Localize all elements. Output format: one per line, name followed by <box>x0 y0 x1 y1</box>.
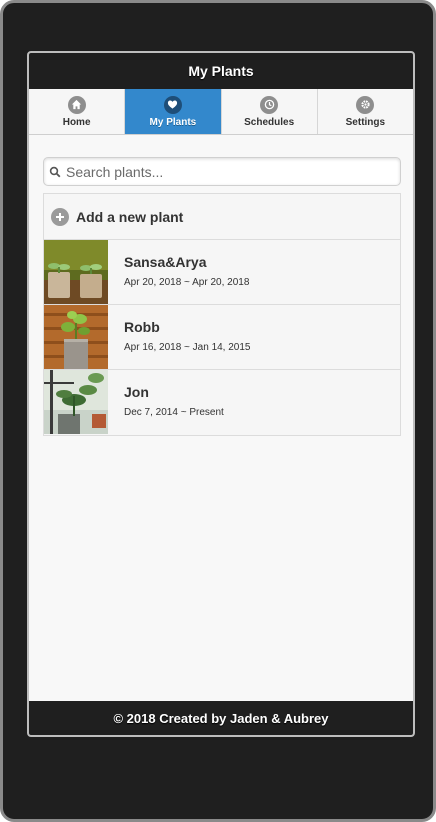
plus-icon <box>51 207 69 226</box>
plant-name: Jon <box>124 384 149 400</box>
search-input[interactable] <box>66 158 400 185</box>
tab-schedules[interactable]: Schedules <box>222 89 318 134</box>
tab-settings-label: Settings <box>345 116 386 128</box>
footer-text: © 2018 Created by Jaden & Aubrey <box>113 710 329 726</box>
search-icon <box>44 166 66 178</box>
gear-icon <box>356 95 375 114</box>
tab-schedules-label: Schedules <box>244 116 295 128</box>
tab-home[interactable]: Home <box>29 89 126 134</box>
plant-photo <box>44 305 108 369</box>
home-icon <box>67 95 86 114</box>
tab-my-plants-label: My Plants <box>149 116 197 128</box>
device-frame: My Plants Home My Plants Schedules Setti… <box>0 0 436 822</box>
plant-photo <box>44 370 108 434</box>
plant-list-item[interactable]: Sansa&Arya Apr 20, 2018 ~ Apr 20, 2018 <box>44 240 400 305</box>
plant-dates: Dec 7, 2014 ~ Present <box>124 407 224 418</box>
page-title: My Plants <box>188 63 254 79</box>
footer-bar: © 2018 Created by Jaden & Aubrey <box>29 701 413 735</box>
add-plant-button[interactable]: Add a new plant <box>44 194 400 240</box>
tab-settings[interactable]: Settings <box>318 89 413 134</box>
plant-name: Sansa&Arya <box>124 254 207 270</box>
tab-home-label: Home <box>62 116 91 128</box>
plant-list-item[interactable]: Jon Dec 7, 2014 ~ Present <box>44 370 400 435</box>
plant-dates: Apr 20, 2018 ~ Apr 20, 2018 <box>124 277 250 288</box>
plant-list: Add a new plant Sansa&Arya Apr 20, 2018 … <box>43 193 401 436</box>
tab-my-plants[interactable]: My Plants <box>125 89 222 134</box>
main-content: Add a new plant <box>43 157 401 436</box>
search-box <box>43 157 401 186</box>
plant-list-item[interactable]: Robb Apr 16, 2018 ~ Jan 14, 2015 <box>44 305 400 370</box>
add-plant-label: Add a new plant <box>76 208 184 225</box>
heart-icon <box>163 95 182 114</box>
app-screen: My Plants Home My Plants Schedules Setti… <box>27 51 415 737</box>
plant-dates: Apr 16, 2018 ~ Jan 14, 2015 <box>124 342 251 353</box>
header-bar: My Plants <box>29 53 413 89</box>
plant-name: Robb <box>124 319 160 335</box>
nav-bar: Home My Plants Schedules Settings <box>29 89 413 135</box>
plant-photo <box>44 240 108 304</box>
clock-icon <box>260 95 279 114</box>
